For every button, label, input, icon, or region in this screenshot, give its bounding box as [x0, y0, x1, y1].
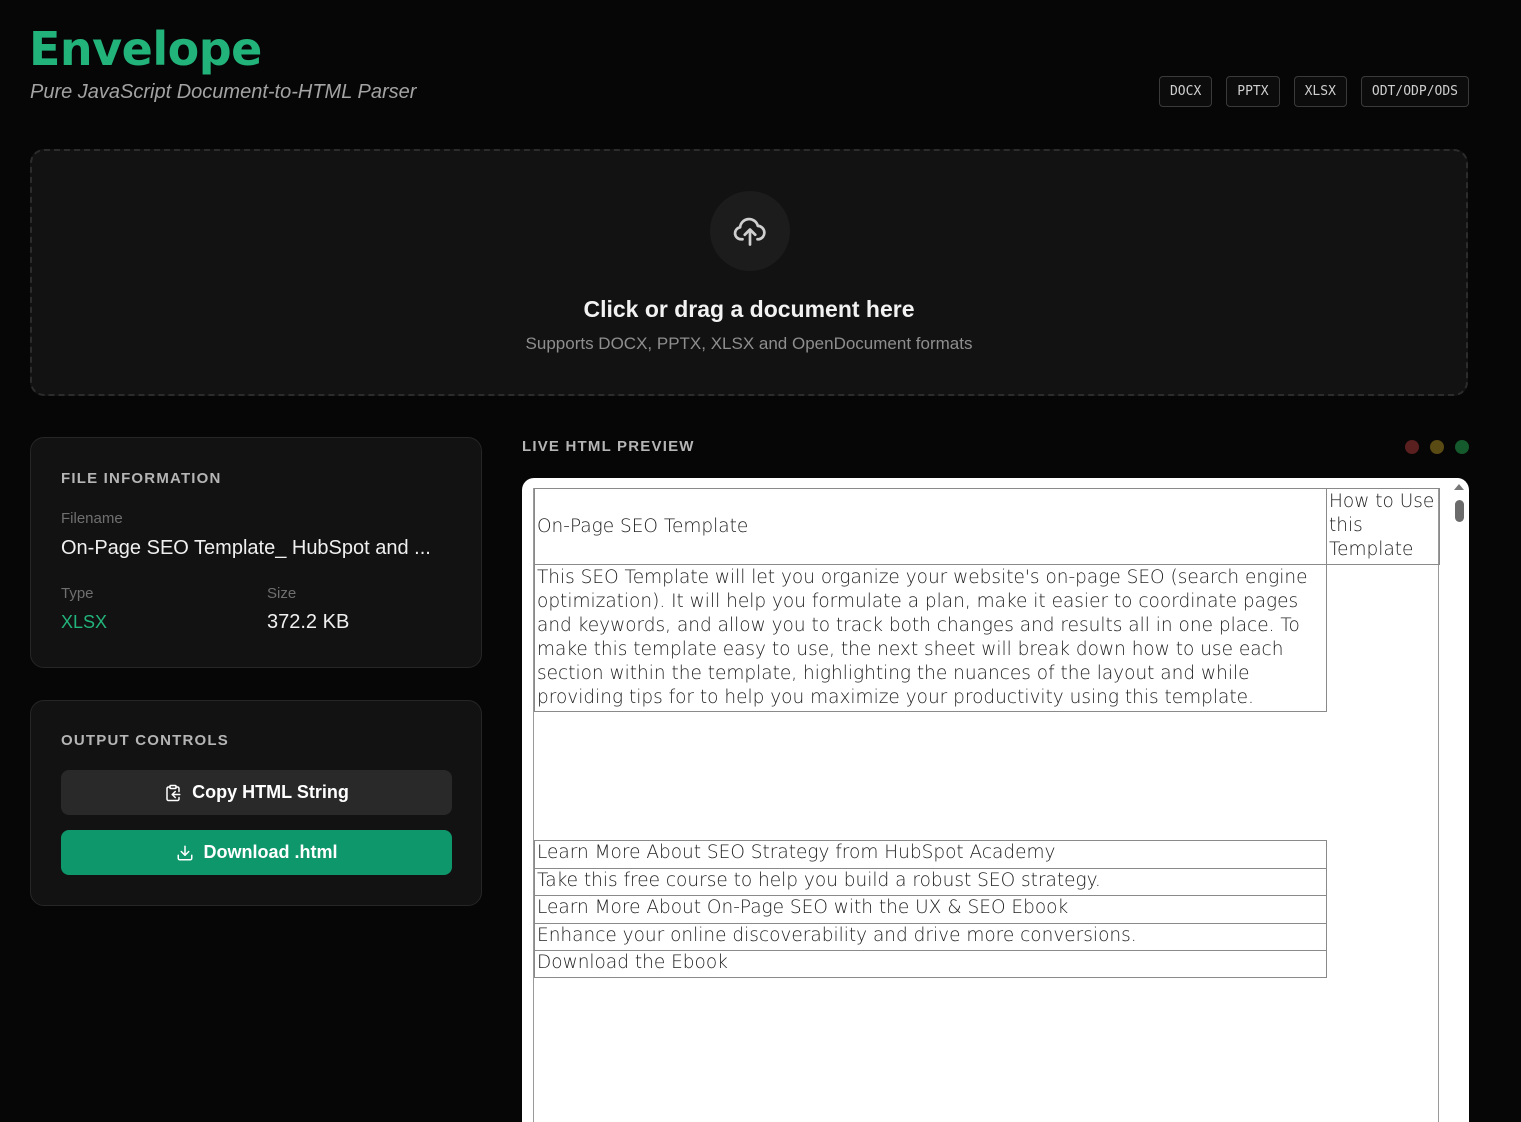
format-badge-pptx: PPTX — [1226, 76, 1280, 107]
output-controls-heading: OUTPUT CONTROLS — [61, 732, 229, 749]
download-icon — [177, 845, 192, 860]
cell-title: On-Page SEO Template — [534, 488, 1327, 565]
filename-label: Filename — [61, 510, 123, 527]
type-label: Type — [61, 585, 94, 602]
copy-html-button[interactable]: Copy HTML String — [61, 770, 452, 815]
scroll-up-arrow-icon[interactable] — [1454, 484, 1464, 490]
size-label: Size — [267, 585, 297, 602]
table-row[interactable]: Learn More About On-Page SEO with the UX… — [534, 895, 1327, 924]
cell-description: This SEO Template will let you organize … — [534, 564, 1327, 712]
file-information-heading: FILE INFORMATION — [61, 470, 222, 487]
file-dropzone[interactable]: Click or drag a document here Supports D… — [30, 149, 1468, 396]
dropzone-title: Click or drag a document here — [583, 296, 915, 322]
cell-how-to-use: How to Use this Template — [1326, 488, 1440, 565]
preview-scrollbar[interactable] — [1452, 478, 1466, 1122]
type-value: XLSX — [61, 612, 108, 632]
format-badge-odf: ODT/ODP/ODS — [1360, 76, 1469, 107]
table-row: Enhance your online discoverability and … — [534, 923, 1327, 951]
clipboard-copy-icon — [166, 784, 181, 801]
scrollbar-thumb[interactable] — [1455, 500, 1464, 522]
app-subtitle: Pure JavaScript Document-to-HTML Parser — [30, 81, 417, 103]
window-dot-green — [1455, 440, 1469, 454]
format-badge-xlsx: XLSX — [1293, 76, 1347, 107]
dropzone-subtitle: Supports DOCX, PPTX, XLSX and OpenDocume… — [525, 334, 973, 353]
html-preview-frame[interactable]: On-Page SEO Template How to Use this Tem… — [522, 478, 1469, 1122]
output-controls-card: OUTPUT CONTROLS Copy HTML String Downloa… — [30, 700, 482, 906]
filename-value: On-Page SEO Template_ HubSpot and ... — [61, 537, 431, 559]
table-row[interactable]: Learn More About SEO Strategy from HubSp… — [534, 840, 1327, 869]
download-html-button[interactable]: Download .html — [61, 830, 452, 875]
table-row[interactable]: Download the Ebook — [534, 950, 1327, 978]
copy-html-label: Copy HTML String — [192, 782, 349, 802]
window-dots — [1405, 440, 1469, 454]
window-dot-yellow — [1430, 440, 1444, 454]
upload-icon-circle — [710, 191, 790, 271]
rendered-spreadsheet: On-Page SEO Template How to Use this Tem… — [533, 488, 1440, 1122]
table-row: Take this free course to help you build … — [534, 868, 1327, 896]
cloud-upload-icon — [733, 217, 766, 246]
download-html-label: Download .html — [203, 842, 338, 862]
cell-divider — [1326, 564, 1440, 565]
window-dot-red — [1405, 440, 1419, 454]
file-information-card: FILE INFORMATION Filename On-Page SEO Te… — [30, 437, 482, 668]
format-badge-docx: DOCX — [1158, 76, 1213, 107]
size-value: 372.2 KB — [267, 611, 350, 633]
format-badges: DOCX PPTX XLSX ODT/ODP/ODS — [1158, 76, 1469, 107]
app-title: Envelope — [29, 22, 262, 76]
live-preview-heading: LIVE HTML PREVIEW — [522, 438, 695, 455]
